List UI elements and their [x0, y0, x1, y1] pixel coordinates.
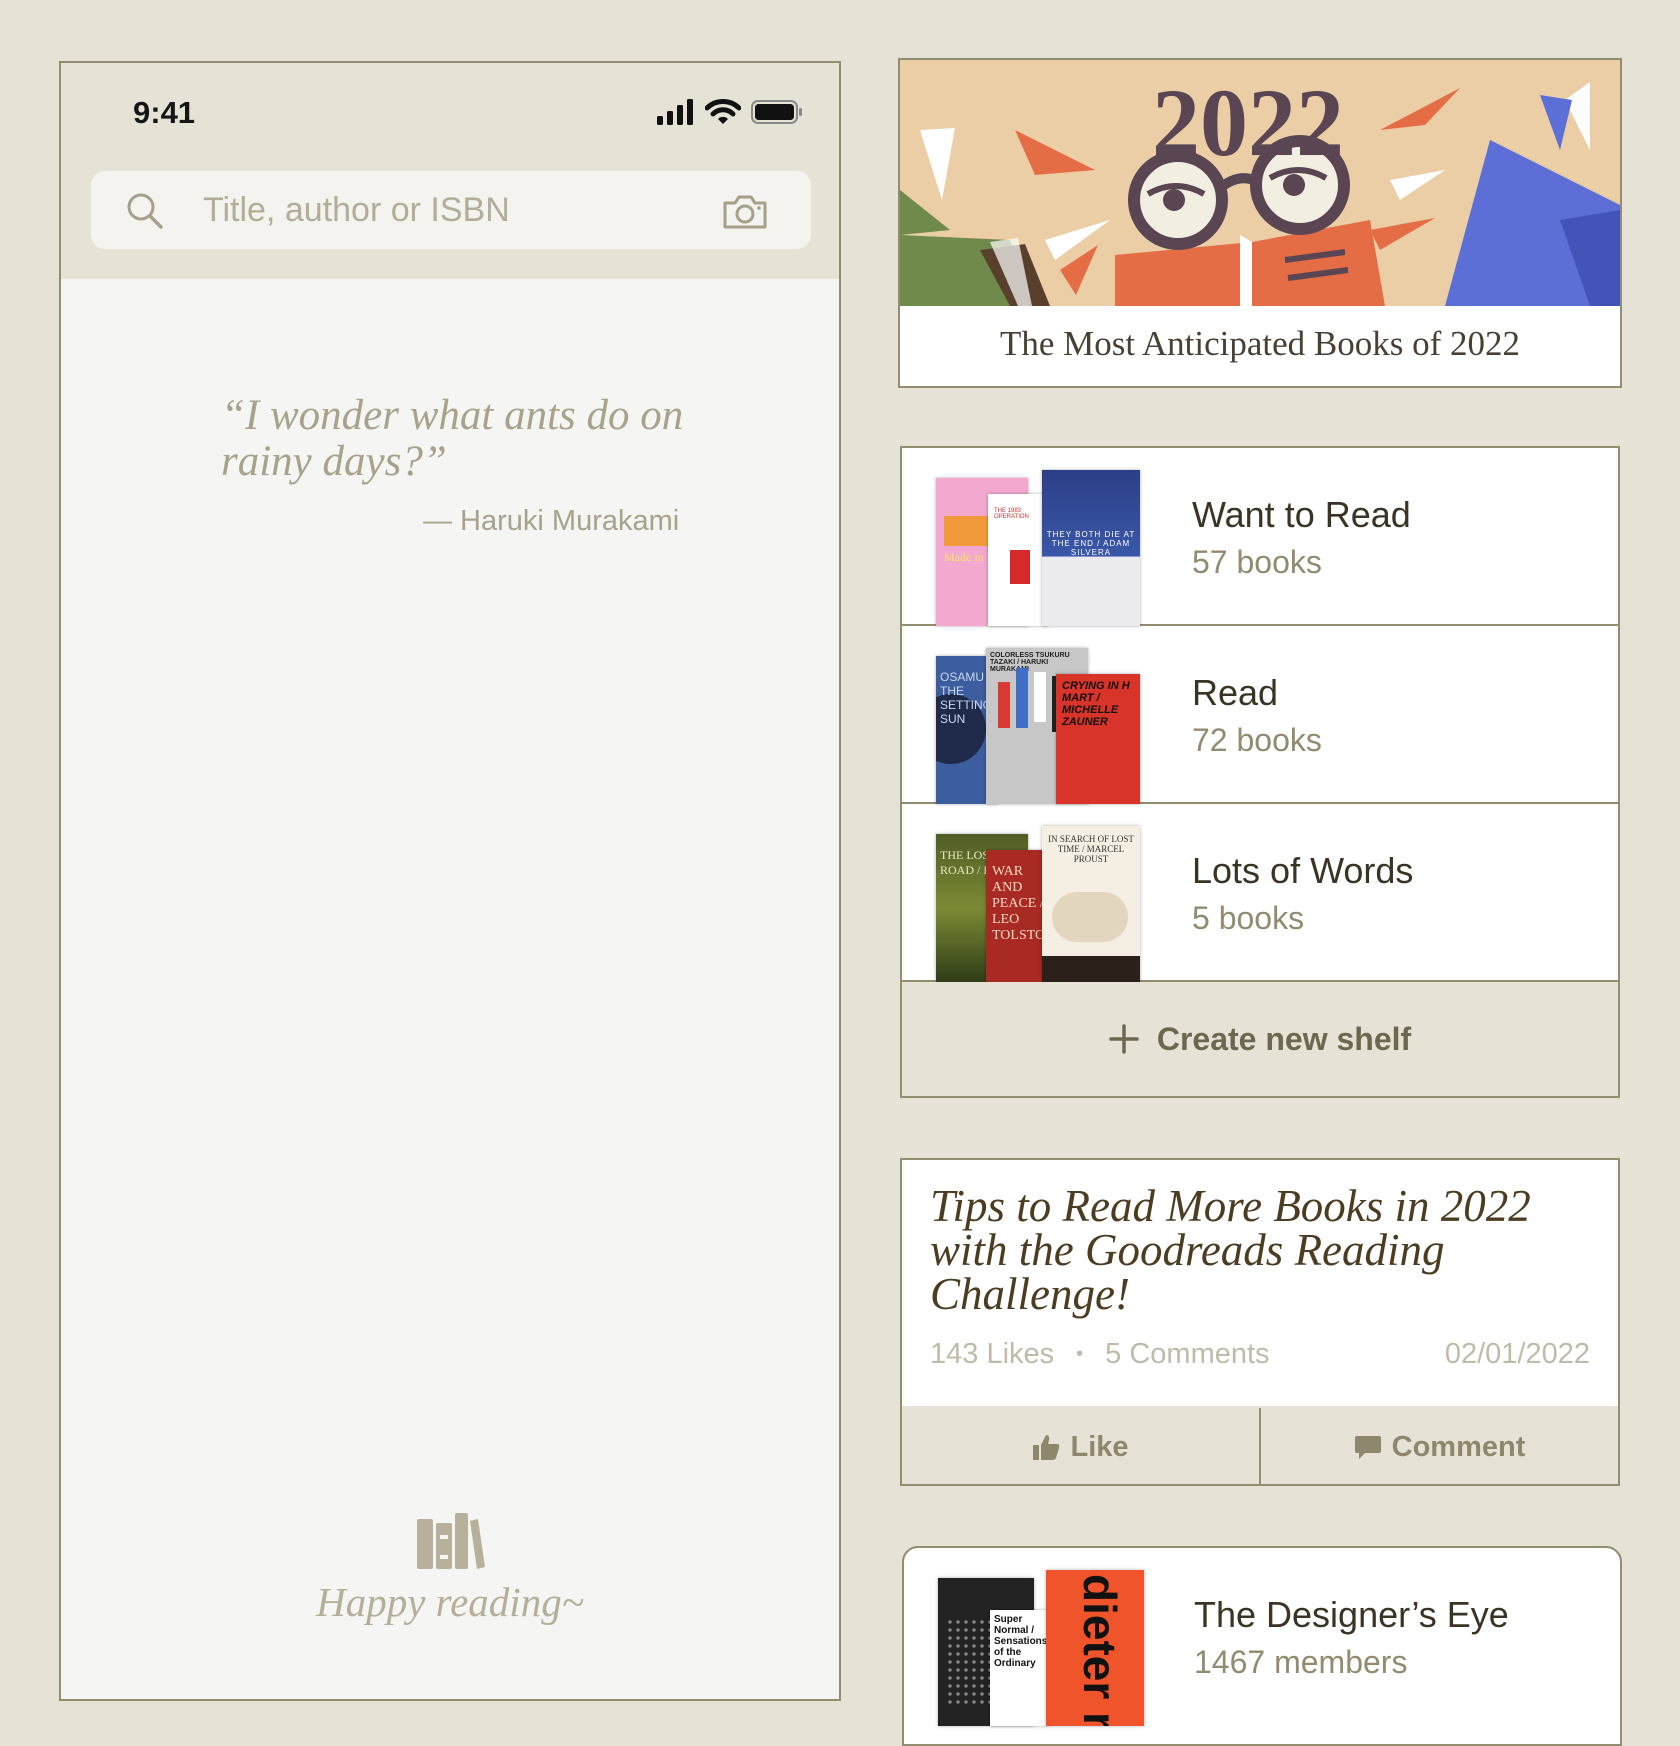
book-cover: IN SEARCH OF LOST TIME / MARCEL PROUST [1042, 826, 1140, 982]
book-cover-text: IN SEARCH OF LOST TIME / MARCEL PROUST [1048, 834, 1134, 864]
anticipated-books-banner[interactable]: 2022 The Most Anticipated Books of 2022 [898, 58, 1622, 388]
shelf-name: Read [1192, 672, 1279, 713]
status-time: 9:41 [133, 95, 196, 130]
quote-text: “I wonder what ants do on rainy days?” [221, 392, 684, 485]
cellular-signal-icon [657, 99, 693, 125]
book-cover-text: THEY BOTH DIE AT THE END / ADAM SILVERA [1046, 530, 1136, 557]
banner-illustration: 2022 [900, 60, 1620, 306]
speech-bubble-icon [1354, 1436, 1381, 1459]
happy-reading-label: Happy reading~ [316, 1579, 584, 1625]
book-cover-text: Super Normal / Sensations of the Ordinar… [994, 1614, 1048, 1669]
book-cover: THE 1983 OPERATION [988, 494, 1048, 626]
shelf-row-want-to-read[interactable]: Made in North THE 1983 OPERATION THEY BO… [902, 448, 1618, 626]
article-actions: Like Comment [902, 1406, 1618, 1484]
quote-author: — Haruki Murakami [423, 505, 680, 537]
shelf-name: Lots of Words [1192, 850, 1414, 891]
plus-icon [1109, 1024, 1139, 1054]
group-card[interactable]: Super Normal / Sensations of the Ordinar… [902, 1546, 1622, 1746]
shelf-count: 72 books [1192, 722, 1322, 758]
group-member-count: 1467 members [1194, 1644, 1408, 1680]
banner-title: The Most Anticipated Books of 2022 [999, 324, 1521, 363]
shelf-count: 57 books [1192, 544, 1322, 580]
shelf-covers: OSAMU / THE SETTING SUN COLORLESS TSUKUR… [936, 648, 1146, 804]
article-comments: 5 Comments [1105, 1338, 1270, 1370]
book-cover: THEY BOTH DIE AT THE END / ADAM SILVERA [1042, 470, 1140, 626]
wifi-icon [705, 99, 741, 124]
banner-year: 2022 [1152, 69, 1344, 176]
shelf-count: 5 books [1192, 900, 1305, 936]
shelves-card: Made in North THE 1983 OPERATION THEY BO… [900, 446, 1620, 1098]
article-date: 02/01/2022 [1444, 1338, 1590, 1370]
like-button[interactable]: Like [902, 1408, 1259, 1484]
article-likes: 143 Likes [930, 1338, 1055, 1370]
article-title: Tips to Read More Books in 2022 with the… [930, 1181, 1531, 1319]
create-shelf-button[interactable]: Create new shelf [902, 982, 1618, 1096]
search-bar[interactable] [91, 171, 811, 249]
search-input[interactable] [203, 171, 703, 249]
book-cover: CRYING IN H MART / MICHELLE ZAUNER [1056, 674, 1140, 804]
group-name: The Designer’s Eye [1194, 1594, 1509, 1635]
dot-separator: • [1076, 1343, 1084, 1365]
book-cover: dieter rams [1046, 1570, 1144, 1726]
bookshelf-icon [417, 1513, 485, 1569]
shelf-row-read[interactable]: OSAMU / THE SETTING SUN COLORLESS TSUKUR… [902, 626, 1618, 804]
status-icons [657, 99, 803, 125]
shelf-name: Want to Read [1192, 494, 1411, 535]
comment-button[interactable]: Comment [1259, 1408, 1618, 1484]
book-cover-text: CRYING IN H MART / MICHELLE ZAUNER [1062, 680, 1130, 728]
create-shelf-label: Create new shelf [1156, 1020, 1412, 1057]
phone-screen: 9:41 Title, author or ISBN “I wonder wha… [59, 61, 841, 1701]
phone-header: 9:41 [61, 63, 839, 279]
book-cover: Super Normal / Sensations of the Ordinar… [990, 1610, 1048, 1726]
book-cover-text: dieter rams [1074, 1574, 1126, 1726]
group-covers: Super Normal / Sensations of the Ordinar… [938, 1570, 1148, 1726]
article-meta: 143 Likes • 5 Comments [930, 1338, 1270, 1371]
like-label: Like [1070, 1430, 1129, 1463]
book-cover-text: THE 1983 OPERATION [994, 508, 1029, 520]
shelf-covers: THE LOST ROAD / DAN W WAR AND PEACE / LE… [936, 826, 1146, 982]
comment-label: Comment [1391, 1430, 1526, 1463]
article-card[interactable]: Tips to Read More Books in 2022 with the… [900, 1158, 1620, 1486]
thumbs-up-icon [1033, 1435, 1060, 1460]
search-icon [127, 193, 163, 229]
shelf-covers: Made in North THE 1983 OPERATION THEY BO… [936, 470, 1146, 626]
shelf-row-lots-of-words[interactable]: THE LOST ROAD / DAN W WAR AND PEACE / LE… [902, 804, 1618, 982]
camera-icon[interactable] [721, 193, 769, 231]
battery-icon [751, 100, 802, 124]
